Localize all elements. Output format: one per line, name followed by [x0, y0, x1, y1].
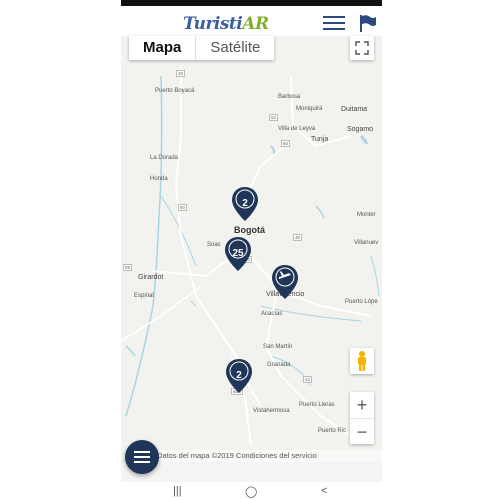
map-label: Granada — [267, 362, 291, 368]
road-shield: 45 — [176, 70, 186, 77]
airport-icon — [272, 265, 298, 299]
map-label: Puerto Lópe — [345, 299, 378, 305]
map-label: Moniquirá — [296, 106, 323, 112]
map-label: Villa de Leyva — [278, 126, 316, 132]
zoom-controls: + − — [350, 392, 374, 444]
menu-line-icon — [134, 451, 150, 453]
marker-count: 2 — [242, 198, 248, 209]
road-shield: 50 — [178, 204, 188, 211]
app-header: TuristiAR — [121, 6, 382, 37]
fullscreen-icon[interactable] — [350, 36, 374, 60]
home-button[interactable]: ◯ — [245, 485, 257, 498]
map-marker[interactable]: 2 — [231, 186, 259, 222]
map-label: Puerto Lleras — [299, 402, 335, 408]
android-nav-bar: ||| ◯ < — [121, 482, 382, 500]
map-label: Acacías — [261, 311, 283, 317]
map-marker[interactable] — [271, 264, 299, 300]
road-shield: 60 — [281, 140, 291, 147]
marker-count: 2 — [236, 370, 242, 381]
app-logo: TuristiAR — [183, 14, 269, 34]
map-label: San Martín — [263, 344, 293, 350]
back-button[interactable]: < — [321, 485, 327, 497]
zoom-out-button[interactable]: − — [350, 419, 374, 445]
map-label: Duitama — [341, 106, 368, 113]
flag-icon[interactable] — [357, 13, 377, 33]
map-label: Tunja — [311, 136, 329, 143]
hamburger-menu-icon[interactable] — [323, 16, 345, 32]
road-shield: 65 — [123, 264, 133, 271]
logo-text: Turisti — [183, 14, 243, 34]
map-marker[interactable]: 25 — [224, 236, 252, 272]
map-label: Barbosa — [278, 94, 301, 100]
map-label: Soac — [207, 242, 221, 248]
map-label: Puerto Boyacá — [155, 88, 195, 94]
map-type-map-tab[interactable]: Mapa — [129, 36, 197, 60]
map-label: Puerto Ric — [318, 428, 347, 434]
phone-screen: TuristiAR Puerto Boyacá Barbosa Moniquir… — [121, 0, 382, 500]
road-shield: 45 — [293, 234, 303, 241]
street-view-pegman-icon[interactable] — [350, 348, 374, 374]
logo-text-accent: AR — [242, 14, 269, 34]
map-label: Girardot — [138, 274, 164, 281]
road-shield: 43 — [303, 376, 313, 383]
map-label: Bogotá — [234, 225, 265, 235]
map-label: La Dorada — [150, 155, 179, 161]
map-label: Monter — [357, 212, 376, 218]
menu-fab-button[interactable] — [125, 440, 159, 474]
map-type-toggle: Mapa Satélite — [129, 36, 275, 60]
recents-button[interactable]: ||| — [173, 485, 182, 497]
map-attribution[interactable]: Datos del mapa ©2019 Condiciones del ser… — [157, 450, 382, 462]
marker-count: 25 — [232, 248, 244, 259]
map-label: Espinal — [134, 293, 154, 299]
map-label: Villanuev — [354, 240, 379, 246]
menu-line-icon — [134, 456, 150, 458]
map-label: Sogamo — [347, 126, 374, 133]
road-shield: 62 — [269, 114, 279, 121]
menu-line-icon — [134, 461, 150, 463]
map-label: Honda — [150, 176, 168, 182]
map-type-satellite-tab[interactable]: Satélite — [196, 36, 274, 60]
map-view[interactable]: Puerto Boyacá Barbosa Moniquirá Duitama … — [121, 36, 382, 474]
map-label: Vistahermosa — [253, 408, 290, 414]
map-marker[interactable]: 2 — [225, 358, 253, 394]
zoom-in-button[interactable]: + — [350, 392, 374, 419]
